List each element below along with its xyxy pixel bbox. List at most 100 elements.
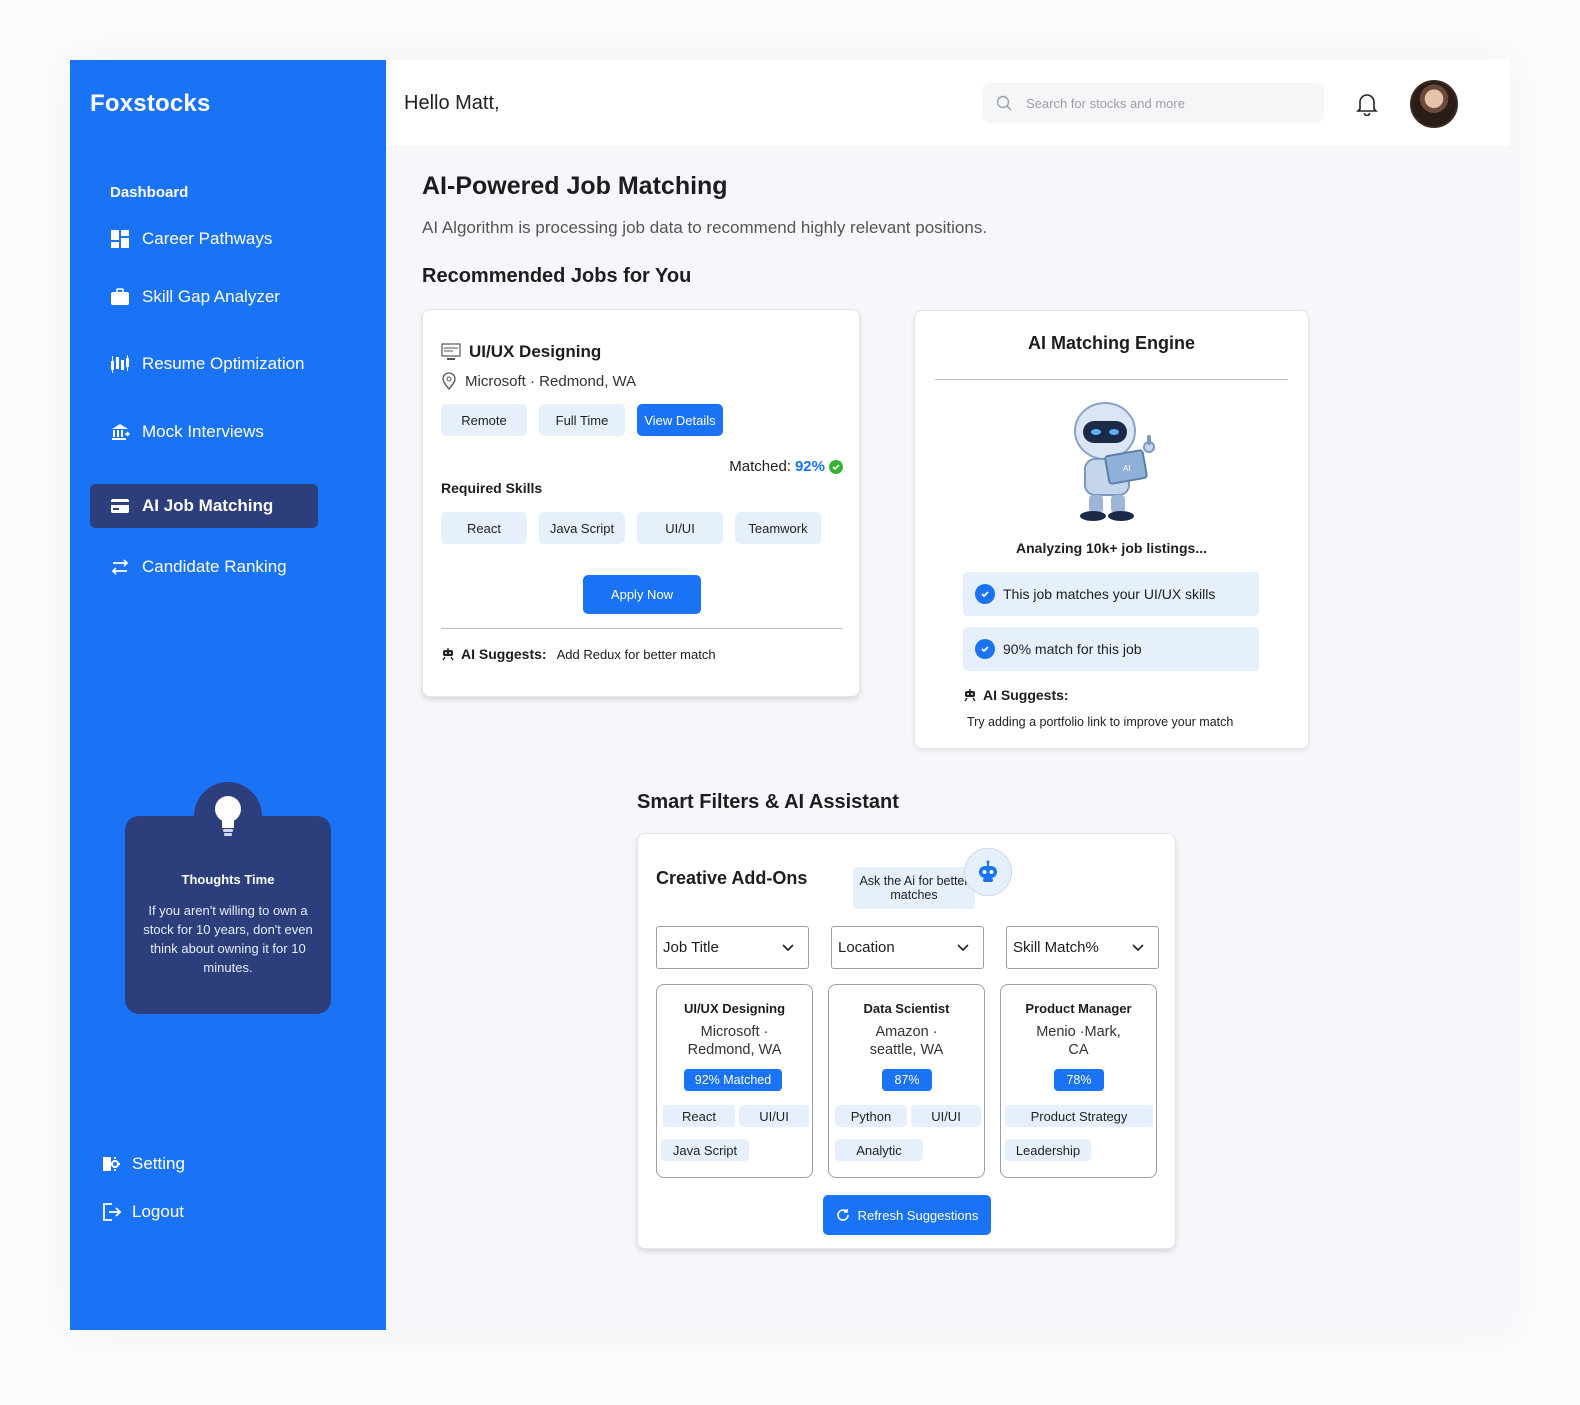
brand-logo[interactable]: Foxstocks bbox=[90, 90, 211, 118]
skill-chip[interactable]: Java Script bbox=[539, 512, 625, 544]
divider bbox=[441, 628, 843, 629]
mini-job-location: Amazon · seattle, WA bbox=[829, 1023, 984, 1059]
sidebar: Foxstocks Dashboard Career Pathways Skil… bbox=[70, 60, 386, 1330]
match-check-row: 90% match for this job bbox=[963, 627, 1259, 671]
mini-job-location: Menio ·Mark, CA bbox=[1001, 1023, 1156, 1059]
sidebar-item-label: Career Pathways bbox=[142, 229, 273, 248]
mini-location-line: Amazon · bbox=[875, 1024, 938, 1040]
mini-location-line: seattle, WA bbox=[869, 1042, 944, 1058]
thoughts-title: Thoughts Time bbox=[181, 872, 275, 887]
match-check-row: This job matches your UI/UX skills bbox=[963, 572, 1259, 616]
ask-ai-box[interactable]: Ask the Ai for better matches bbox=[853, 867, 975, 909]
apply-now-button[interactable]: Apply Now bbox=[583, 575, 701, 614]
top-header: Hello Matt, bbox=[386, 60, 1510, 146]
mini-job-title: Data Scientist bbox=[863, 1001, 950, 1016]
sidebar-item-ai-job-matching[interactable]: AI Job Matching bbox=[90, 484, 318, 528]
ai-matching-engine-card: AI Matching Engine AI Analyzing 10k+ job… bbox=[914, 310, 1309, 749]
card-icon bbox=[111, 499, 129, 513]
match-badge: 92% Matched bbox=[684, 1069, 782, 1091]
refresh-suggestions-button[interactable]: Refresh Suggestions bbox=[823, 1195, 991, 1235]
logout-link[interactable]: Logout bbox=[100, 1201, 184, 1223]
required-skills-label: Required Skills bbox=[441, 480, 543, 496]
sidebar-item-career-pathways[interactable]: Career Pathways bbox=[90, 217, 318, 261]
setting-link[interactable]: Setting bbox=[100, 1153, 185, 1175]
tag-remote[interactable]: Remote bbox=[441, 404, 527, 436]
engine-title: AI Matching Engine bbox=[1027, 333, 1195, 353]
bell-icon[interactable] bbox=[1356, 92, 1378, 116]
skill-chip[interactable]: Teamwork bbox=[735, 512, 821, 544]
avatar[interactable] bbox=[1410, 80, 1458, 128]
skill-tag: Java Script bbox=[661, 1139, 749, 1161]
match-score: Matched: 92% bbox=[729, 458, 843, 475]
engine-ai-suggestion: AI Suggests: bbox=[963, 687, 1069, 703]
location-select[interactable]: Location bbox=[831, 926, 984, 969]
chevron-down-icon bbox=[782, 943, 794, 951]
page-subtitle: AI Algorithm is processing job data to r… bbox=[422, 218, 988, 237]
search-bar[interactable] bbox=[982, 83, 1324, 123]
sidebar-item-resume-optimization[interactable]: Resume Optimization bbox=[90, 342, 318, 386]
skill-tag: Analytic bbox=[835, 1139, 923, 1161]
skill-chip[interactable]: React bbox=[441, 512, 527, 544]
skill-tag: Python bbox=[835, 1105, 907, 1127]
sidebar-item-mock-interviews[interactable]: Mock Interviews bbox=[90, 410, 318, 454]
job-card: UI/UX Designing Microsoft · Redmond, WA … bbox=[422, 309, 860, 697]
select-label: Job Title bbox=[663, 939, 719, 956]
svg-text:AI: AI bbox=[1123, 464, 1131, 473]
thoughts-card: Thoughts Time If you aren't willing to o… bbox=[125, 782, 331, 1014]
setting-icon bbox=[103, 1157, 120, 1171]
mini-job-location: Microsoft · Redmond, WA bbox=[657, 1023, 812, 1059]
mini-location-line: Microsoft · bbox=[700, 1024, 769, 1040]
check-circle-icon bbox=[829, 459, 843, 474]
search-input[interactable] bbox=[1026, 95, 1306, 111]
ai-suggests-text: Add Redux for better match bbox=[556, 646, 716, 662]
matched-label: Matched: bbox=[729, 458, 791, 475]
skill-chip[interactable]: UI/UI bbox=[637, 512, 723, 544]
mini-location-line: Redmond, WA bbox=[687, 1042, 782, 1058]
nav-heading-dashboard[interactable]: Dashboard bbox=[110, 184, 188, 201]
job-location-text: Microsoft · Redmond, WA bbox=[465, 372, 637, 390]
setting-label: Setting bbox=[132, 1154, 185, 1173]
analyzing-text: Analyzing 10k+ job listings... bbox=[1016, 540, 1207, 556]
mini-job-title: UI/UX Designing bbox=[683, 1001, 786, 1016]
search-icon bbox=[996, 95, 1012, 111]
tag-full-time[interactable]: Full Time bbox=[539, 404, 625, 436]
ai-suggestion: AI Suggests: Add Redux for better match bbox=[441, 646, 716, 662]
sidebar-item-label: Skill Gap Analyzer bbox=[142, 287, 280, 306]
monitor-icon bbox=[441, 343, 461, 360]
sidebar-item-skill-gap-analyzer[interactable]: Skill Gap Analyzer bbox=[90, 275, 318, 319]
suggested-job-card[interactable]: Product Manager Menio ·Mark, CA 78% Prod… bbox=[1000, 984, 1157, 1178]
robot-small-icon bbox=[964, 689, 976, 702]
grid-icon bbox=[111, 230, 129, 248]
job-location: Microsoft · Redmond, WA bbox=[441, 372, 636, 390]
sidebar-item-label: Resume Optimization bbox=[142, 354, 305, 373]
view-details-button[interactable]: View Details bbox=[637, 404, 723, 436]
check-text: 90% match for this job bbox=[1003, 641, 1142, 657]
skill-tag: Product Strategy bbox=[1005, 1105, 1153, 1127]
match-badge: 78% bbox=[1054, 1069, 1104, 1091]
chevron-down-icon bbox=[1132, 943, 1144, 951]
sidebar-item-label: AI Job Matching bbox=[142, 496, 274, 515]
mini-location-line: Menio ·Mark, bbox=[1036, 1024, 1121, 1040]
skill-tag: Leadership bbox=[1005, 1139, 1091, 1161]
logout-label: Logout bbox=[132, 1202, 184, 1221]
ai-suggests-label: AI Suggests: bbox=[983, 687, 1069, 703]
job-title-select[interactable]: Job Title bbox=[656, 926, 809, 969]
briefcase-icon bbox=[111, 288, 129, 305]
app-window: Foxstocks Dashboard Career Pathways Skil… bbox=[70, 60, 1510, 1330]
chart-bars-icon bbox=[111, 355, 129, 373]
suggested-job-card[interactable]: UI/UX Designing Microsoft · Redmond, WA … bbox=[656, 984, 813, 1178]
robot-icon bbox=[979, 860, 997, 882]
skill-tag: UI/UI bbox=[739, 1105, 809, 1127]
match-badge: 87% bbox=[882, 1069, 932, 1091]
robot-illustration: AI bbox=[1074, 402, 1155, 521]
job-title-text: UI/UX Designing bbox=[469, 342, 602, 361]
chevron-down-icon bbox=[957, 943, 969, 951]
check-text: This job matches your UI/UX skills bbox=[1003, 586, 1216, 602]
suggested-job-card[interactable]: Data Scientist Amazon · seattle, WA 87% … bbox=[828, 984, 985, 1178]
sidebar-item-candidate-ranking[interactable]: Candidate Ranking bbox=[90, 545, 318, 589]
sidebar-item-label: Candidate Ranking bbox=[142, 557, 287, 576]
job-title: UI/UX Designing bbox=[441, 342, 601, 362]
skill-match-select[interactable]: Skill Match% bbox=[1006, 926, 1159, 969]
ai-assistant-button[interactable] bbox=[964, 848, 1012, 896]
matched-value: 92% bbox=[794, 458, 825, 475]
